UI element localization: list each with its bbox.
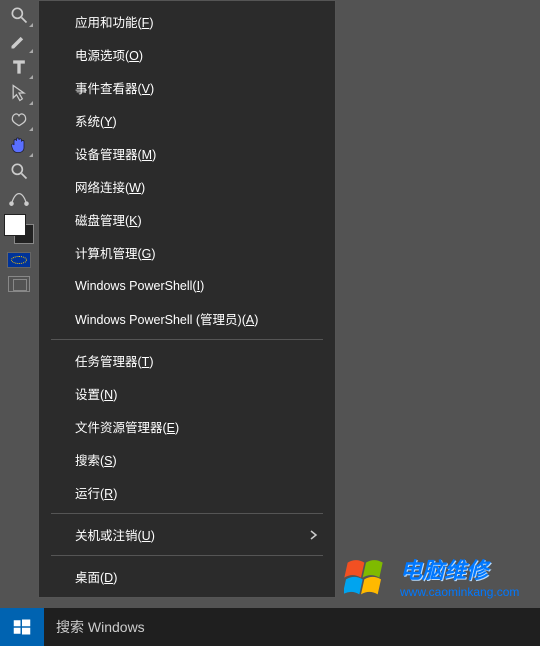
chevron-right-icon [309,530,319,540]
menu-item-7[interactable]: 计算机管理(G) [39,236,335,269]
menu-item-14[interactable]: 搜索(S) [39,443,335,476]
menu-item-label: 任务管理器(T) [75,351,153,370]
menu-item-0[interactable]: 应用和功能(F) [39,5,335,38]
watermark-url: www.caominkang.com [400,585,519,599]
menu-item-3[interactable]: 系统(Y) [39,104,335,137]
menu-item-1[interactable]: 电源选项(O) [39,38,335,71]
menu-separator [51,513,323,514]
menu-item-17[interactable]: 关机或注销(U) [39,518,335,551]
hand-tool[interactable] [4,132,34,158]
brush-tool[interactable] [4,28,34,54]
magnifier-tool[interactable] [4,2,34,28]
menu-item-15[interactable]: 运行(R) [39,476,335,509]
menu-item-label: 关机或注销(U) [75,525,155,544]
menu-item-8[interactable]: Windows PowerShell(I) [39,269,335,302]
menu-item-12[interactable]: 设置(N) [39,377,335,410]
menu-item-9[interactable]: Windows PowerShell (管理员)(A) [39,302,335,335]
winx-context-menu: 应用和功能(F) 电源选项(O) 事件查看器(V) 系统(Y) 设备管理器(M) 网络连接… [38,0,336,598]
proof-colors-icon[interactable] [7,252,31,268]
photoshop-toolbar [0,0,38,608]
menu-item-label: Windows PowerShell (管理员)(A) [75,309,258,328]
menu-item-13[interactable]: 文件资源管理器(E) [39,410,335,443]
search-input[interactable]: 搜索 Windows [44,608,540,646]
watermark-title: 电脑维修 [400,553,519,585]
menu-separator [51,339,323,340]
menu-item-label: 文件资源管理器(E) [75,417,179,436]
windows-logo-icon [344,551,398,601]
menu-item-6[interactable]: 磁盘管理(K) [39,203,335,236]
menu-item-label: 桌面(D) [75,567,117,586]
menu-item-11[interactable]: 任务管理器(T) [39,344,335,377]
menu-item-2[interactable]: 事件查看器(V) [39,71,335,104]
color-swatches[interactable] [4,214,34,244]
menu-item-label: Windows PowerShell(I) [75,279,204,293]
start-button[interactable] [0,608,44,646]
menu-item-label: 网络连接(W) [75,177,145,196]
menu-item-label: 系统(Y) [75,111,117,130]
screen-mode-icon[interactable] [8,276,30,292]
bezier-tool[interactable] [4,184,34,210]
menu-item-label: 设备管理器(M) [75,144,156,163]
menu-item-4[interactable]: 设备管理器(M) [39,137,335,170]
zoom-tool[interactable] [4,158,34,184]
menu-item-5[interactable]: 网络连接(W) [39,170,335,203]
menu-item-label: 设置(N) [75,384,117,403]
custom-shape-tool[interactable] [4,106,34,132]
taskbar: 搜索 Windows [0,608,540,646]
menu-item-label: 磁盘管理(K) [75,210,142,229]
watermark: 电脑维修 www.caominkang.com [344,546,534,606]
menu-item-label: 事件查看器(V) [75,78,154,97]
menu-item-label: 搜索(S) [75,450,117,469]
menu-item-label: 计算机管理(G) [75,243,156,262]
menu-item-19[interactable]: 桌面(D) [39,560,335,593]
text-tool[interactable] [4,54,34,80]
pointer-tool[interactable] [4,80,34,106]
menu-separator [51,555,323,556]
menu-item-label: 运行(R) [75,483,117,502]
menu-item-label: 电源选项(O) [75,45,143,64]
menu-item-label: 应用和功能(F) [75,12,153,31]
